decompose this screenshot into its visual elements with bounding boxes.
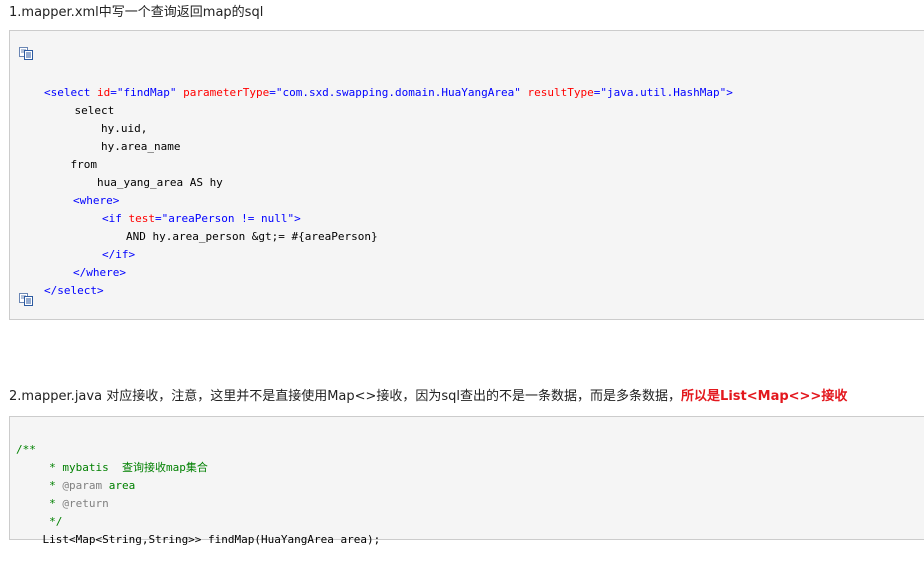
code-line-comment: * @return (16, 497, 109, 510)
copy-code-icon[interactable] (19, 291, 33, 306)
code-line: hy.area_name (48, 140, 181, 153)
section-1-heading: 1.mapper.xml中写一个查询返回map的sql (9, 5, 264, 20)
code-line-if-open: <if test="areaPerson != null"> (102, 212, 301, 225)
xml-code: <select id="findMap" parameterType="com.… (44, 66, 924, 336)
code-line-where-open: <where> (73, 194, 120, 207)
code-line-if-close: </if> (102, 248, 136, 261)
code-line-comment: * mybatis 查询接收map集合 (16, 461, 208, 474)
code-line: select (48, 104, 115, 117)
section-2-heading-emphasis: 所以是List<Map<>>接收 (681, 389, 848, 404)
java-code-block: /** * mybatis 查询接收map集合 * @param area * … (9, 416, 924, 546)
code-line-where-close: </where> (73, 266, 126, 279)
xml-code-block: <select id="findMap" parameterType="com.… (9, 30, 924, 320)
code-line-method: List<Map<String,String>> findMap(HuaYang… (16, 533, 381, 546)
copy-code-icon[interactable] (19, 45, 33, 60)
code-line-select-open: <select id="findMap" parameterType="com.… (44, 86, 733, 99)
code-line-comment: */ (16, 515, 63, 528)
code-line: hua_yang_area AS hy (44, 176, 223, 189)
code-line: AND hy.area_person &gt;= #{areaPerson} (73, 230, 378, 243)
code-line: from (44, 158, 97, 171)
java-code: /** * mybatis 查询接收map集合 * @param area * … (16, 423, 924, 585)
section-2-heading: 2.mapper.java 对应接收，注意，这里并不是直接使用Map<>接收，因… (9, 388, 847, 406)
section-2-heading-text: 2.mapper.java 对应接收，注意，这里并不是直接使用Map<>接收，因… (9, 389, 682, 404)
code-line: hy.uid, (48, 122, 148, 135)
code-line-select-close: </select> (44, 284, 104, 297)
code-line-comment: /** (16, 443, 36, 456)
code-line-comment: * @param area (16, 479, 136, 492)
